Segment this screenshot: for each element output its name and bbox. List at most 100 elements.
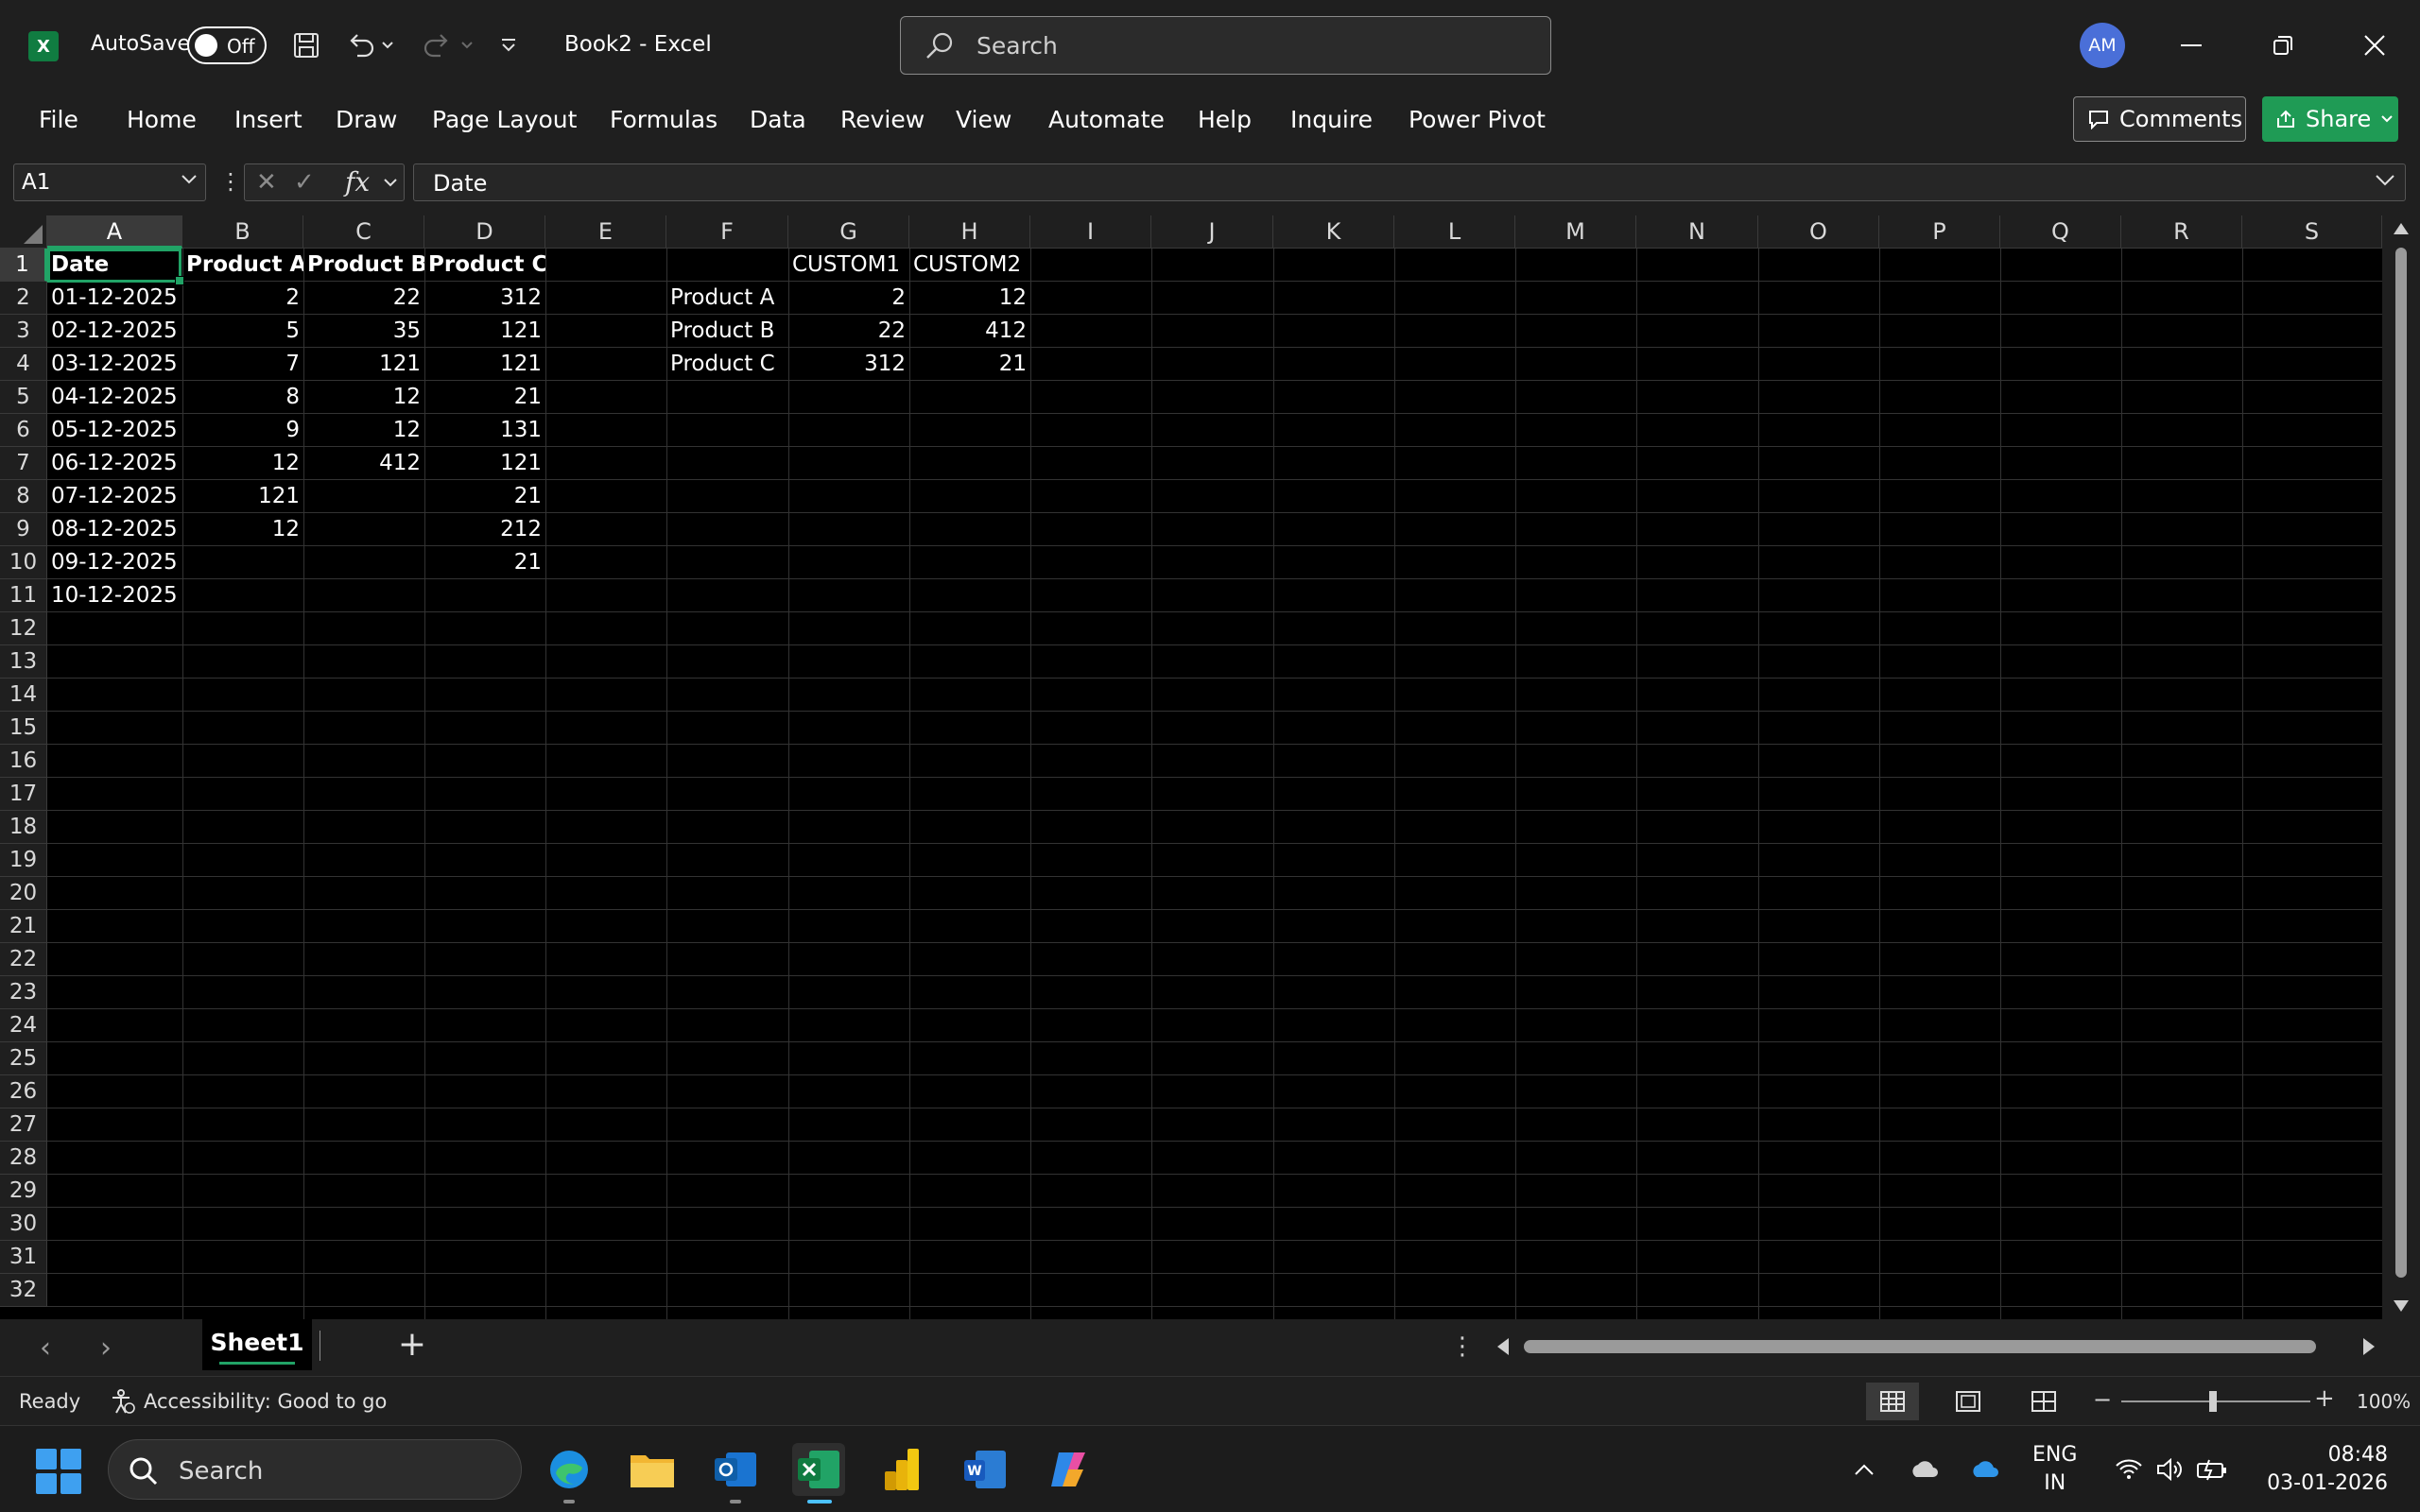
value-cell[interactable]: 121 [424, 447, 545, 480]
value-cell[interactable]: 21 [424, 546, 545, 579]
date-cell[interactable]: 10-12-2025 [47, 579, 182, 612]
header-cell[interactable]: Product A [182, 249, 303, 282]
date-cell[interactable]: 07-12-2025 [47, 480, 182, 513]
column-header-r[interactable]: R [2121, 215, 2242, 249]
date-cell[interactable]: 05-12-2025 [47, 414, 182, 447]
share-button[interactable]: Share [2262, 96, 2398, 142]
value-cell[interactable]: 12 [182, 513, 303, 546]
formula-input[interactable]: Date [413, 163, 2406, 201]
copilot-icon[interactable] [1042, 1443, 1095, 1496]
close-icon[interactable] [2354, 25, 2395, 66]
value-cell[interactable]: 121 [424, 348, 545, 381]
value-cell[interactable]: 12 [909, 282, 1030, 315]
row-header-16[interactable]: 16 [0, 745, 47, 778]
row-header-12[interactable]: 12 [0, 612, 47, 645]
customize-qat-icon[interactable] [492, 28, 526, 62]
page-layout-view-icon[interactable] [1942, 1383, 1995, 1420]
more-options-icon[interactable]: ⋮ [219, 168, 242, 195]
row-header-20[interactable]: 20 [0, 877, 47, 910]
row-header-24[interactable]: 24 [0, 1009, 47, 1042]
column-header-o[interactable]: O [1758, 215, 1879, 249]
file-explorer-icon[interactable] [626, 1443, 679, 1496]
date-cell[interactable]: 08-12-2025 [47, 513, 182, 546]
row-header-9[interactable]: 9 [0, 513, 47, 546]
value-cell[interactable] [303, 480, 424, 513]
minimize-icon[interactable] [2170, 25, 2212, 66]
row-header-18[interactable]: 18 [0, 811, 47, 844]
tab-view[interactable]: View [956, 106, 1011, 133]
value-cell[interactable]: 312 [788, 348, 909, 381]
cancel-icon[interactable]: ✕ [256, 168, 277, 197]
chevron-left-icon[interactable]: ‹ [28, 1331, 62, 1365]
autosave-toggle[interactable]: Off [187, 26, 267, 64]
column-header-s[interactable]: S [2242, 215, 2382, 249]
undo-dropdown-icon[interactable] [378, 28, 397, 62]
chevron-down-icon[interactable] [383, 178, 398, 189]
value-cell[interactable] [182, 579, 303, 612]
date-cell[interactable]: 09-12-2025 [47, 546, 182, 579]
row-header-5[interactable]: 5 [0, 381, 47, 414]
enter-icon[interactable]: ✓ [294, 168, 315, 197]
column-header-d[interactable]: D [424, 215, 545, 249]
value-cell[interactable]: 412 [909, 315, 1030, 348]
comments-button[interactable]: Comments [2073, 96, 2246, 142]
expand-formula-bar-icon[interactable] [2375, 174, 2395, 187]
value-cell[interactable] [303, 546, 424, 579]
column-header-a[interactable]: A [47, 215, 182, 249]
zoom-level[interactable]: 100% [2357, 1390, 2411, 1413]
value-cell[interactable]: 212 [424, 513, 545, 546]
chevron-right-icon[interactable]: › [89, 1331, 123, 1365]
value-cell[interactable]: 21 [909, 348, 1030, 381]
value-cell[interactable]: 12 [303, 414, 424, 447]
system-clock[interactable]: 08:48 03-01-2026 [2256, 1441, 2388, 1498]
column-header-e[interactable]: E [545, 215, 666, 249]
value-cell[interactable]: 312 [424, 282, 545, 315]
row-header-22[interactable]: 22 [0, 943, 47, 976]
value-cell[interactable]: 121 [303, 348, 424, 381]
show-hidden-icons-icon[interactable] [1847, 1452, 1881, 1486]
column-header-l[interactable]: L [1394, 215, 1515, 249]
windows-start-icon[interactable] [36, 1449, 81, 1494]
power-bi-icon[interactable] [875, 1443, 928, 1496]
column-header-p[interactable]: P [1879, 215, 2000, 249]
excel-taskbar-icon[interactable] [792, 1443, 845, 1503]
label-cell[interactable]: Product C [666, 348, 788, 381]
column-header-j[interactable]: J [1151, 215, 1273, 249]
row-header-14[interactable]: 14 [0, 679, 47, 712]
row-header-13[interactable]: 13 [0, 645, 47, 679]
undo-icon[interactable] [344, 28, 378, 62]
column-header-h[interactable]: H [909, 215, 1030, 249]
row-header-1[interactable]: 1 [0, 249, 47, 282]
tab-home[interactable]: Home [127, 106, 197, 133]
restore-icon[interactable] [2262, 25, 2304, 66]
column-header-q[interactable]: Q [2000, 215, 2121, 249]
taskbar-search[interactable]: Search [108, 1439, 522, 1500]
name-box[interactable]: A1 [13, 163, 206, 201]
value-cell[interactable]: 131 [424, 414, 545, 447]
row-header-28[interactable]: 28 [0, 1142, 47, 1175]
value-cell[interactable]: 22 [788, 315, 909, 348]
avatar[interactable]: AM [2080, 23, 2125, 68]
wifi-icon[interactable] [2112, 1452, 2146, 1486]
label-cell[interactable]: Product B [666, 315, 788, 348]
value-cell[interactable] [303, 513, 424, 546]
column-header-f[interactable]: F [666, 215, 788, 249]
select-all-button[interactable] [0, 215, 47, 249]
date-cell[interactable]: 02-12-2025 [47, 315, 182, 348]
scroll-left-icon[interactable] [1497, 1338, 1509, 1355]
value-cell[interactable]: 121 [182, 480, 303, 513]
row-header-10[interactable]: 10 [0, 546, 47, 579]
row-header-30[interactable]: 30 [0, 1208, 47, 1241]
value-cell[interactable]: 2 [788, 282, 909, 315]
date-cell[interactable]: 01-12-2025 [47, 282, 182, 315]
onedrive-personal-icon[interactable] [1908, 1452, 1942, 1486]
row-header-6[interactable]: 6 [0, 414, 47, 447]
worksheet-grid[interactable]: ABCDEFGHIJKLMNOPQRS 1 2 3 4 5 6 7 8 9 10 11 12 13 14 1… [0, 215, 2420, 1319]
value-cell[interactable]: 35 [303, 315, 424, 348]
tab-review[interactable]: Review [840, 106, 925, 133]
column-header-b[interactable]: B [182, 215, 303, 249]
normal-view-icon[interactable] [1866, 1383, 1919, 1420]
zoom-in-icon[interactable]: + [2314, 1384, 2335, 1413]
column-header-i[interactable]: I [1030, 215, 1151, 249]
zoom-slider-knob[interactable] [2209, 1391, 2217, 1412]
